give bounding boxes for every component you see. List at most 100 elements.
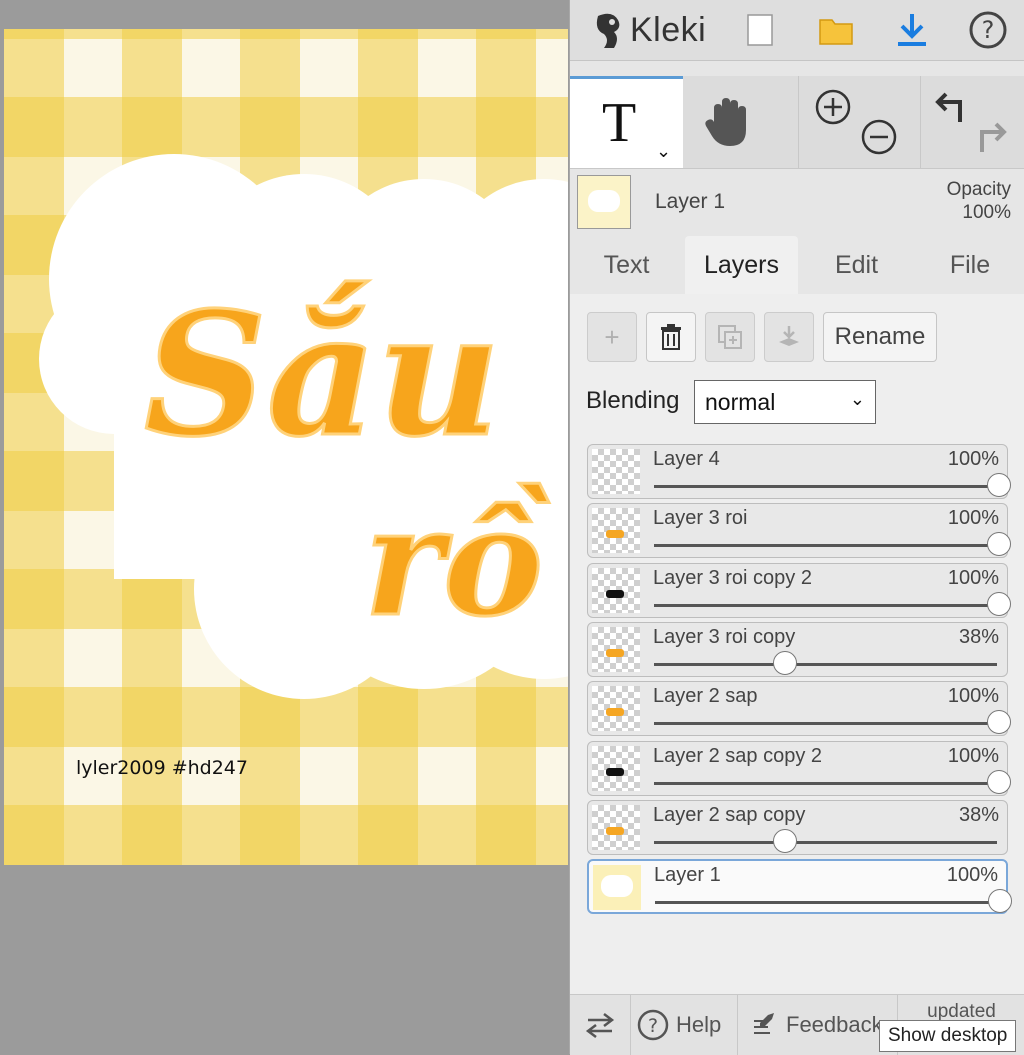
layer-name: Layer 3 roi copy 2 [653, 567, 812, 589]
add-layer-button[interactable]: + [587, 312, 637, 362]
chevron-down-icon: ⌄ [849, 389, 865, 409]
layer-name: Layer 4 [653, 448, 720, 470]
top-toolbar: Kleki ? [570, 0, 1024, 61]
layer-opacity-slider[interactable] [655, 901, 996, 904]
new-image-icon [747, 14, 773, 46]
duplicate-layer-button[interactable] [705, 312, 755, 362]
zoom-in-button[interactable] [814, 88, 852, 131]
help-top-button[interactable]: ? [964, 6, 1012, 54]
layer-opacity-handle[interactable] [987, 592, 1011, 616]
undo-icon [935, 92, 962, 122]
text-tool-button[interactable]: T ⌄ [570, 76, 683, 168]
delete-layer-button[interactable] [646, 312, 696, 362]
current-layer-header: Layer 1 Opacity 100% [570, 170, 1024, 232]
layer-opacity-value: 100% [947, 507, 999, 529]
layer-opacity-slider[interactable] [654, 782, 997, 785]
layer-opacity-handle[interactable] [988, 889, 1012, 913]
zoom-in-icon [815, 89, 851, 125]
redo-icon [980, 122, 1007, 152]
tab-text[interactable]: Text [570, 236, 683, 294]
duplicate-icon [718, 325, 742, 349]
tab-file[interactable]: File [915, 236, 1024, 294]
swap-sides-button[interactable] [570, 995, 631, 1055]
help-circle-icon: ? [637, 1009, 669, 1041]
layer-name: Layer 1 [654, 864, 721, 886]
blending-select[interactable]: normal ⌄ [694, 380, 876, 424]
current-layer-thumbnail [577, 175, 631, 229]
tab-layers[interactable]: Layers [685, 236, 798, 294]
layer-opacity-slider[interactable] [654, 722, 997, 725]
layer-opacity-value: 100% [947, 567, 999, 589]
canvas-area[interactable]: Sắu rồ lyler2009 #hd247 [0, 0, 569, 1054]
layer-row[interactable]: Layer 3 roi copy 2 100% [587, 563, 1011, 618]
layer-opacity-handle[interactable] [773, 829, 797, 853]
layer-opacity-value: 100% [947, 685, 999, 707]
layer-row[interactable]: Layer 3 roi copy 38% [587, 622, 1008, 677]
layer-name: Layer 3 roi [653, 507, 748, 529]
hand-tool-button[interactable] [700, 92, 760, 157]
open-file-button[interactable] [812, 6, 860, 54]
help-label: Help [676, 1012, 722, 1037]
layer-thumbnail [592, 686, 640, 731]
text-tool-icon: T [602, 92, 637, 154]
tool-row: T ⌄ [570, 76, 1024, 169]
help-icon: ? [969, 11, 1007, 49]
layer-row[interactable]: Layer 3 roi 100% [587, 503, 1011, 558]
layer-opacity-handle[interactable] [987, 532, 1011, 556]
kleki-logo-icon [596, 13, 620, 48]
layer-opacity-handle[interactable] [987, 770, 1011, 794]
zoom-out-icon [861, 119, 897, 155]
artwork-canvas[interactable]: Sắu rồ lyler2009 #hd247 [4, 29, 568, 865]
layer-opacity-slider[interactable] [654, 544, 997, 547]
layer-name: Layer 2 sap copy 2 [653, 745, 822, 767]
layer-opacity-handle[interactable] [987, 473, 1011, 497]
layer-row[interactable]: Layer 1 100% [587, 859, 1012, 914]
download-button[interactable] [888, 6, 936, 54]
undo-button[interactable] [930, 88, 970, 133]
swap-arrows-icon [585, 1013, 615, 1038]
current-layer-opacity[interactable]: Opacity 100% [947, 178, 1011, 224]
open-folder-icon [819, 19, 853, 45]
layer-thumbnail [592, 805, 640, 850]
layer-thumbnail [592, 568, 640, 613]
help-button[interactable]: ? Help [630, 995, 738, 1055]
zoom-out-button[interactable] [860, 118, 898, 161]
opacity-value: 100% [962, 202, 1011, 223]
layer-row[interactable]: Layer 2 sap copy 38% [587, 800, 1008, 855]
layer-opacity-handle[interactable] [773, 651, 797, 675]
plus-icon: + [604, 321, 620, 352]
layer-row[interactable]: Layer 2 sap copy 2 100% [587, 741, 1011, 796]
layer-thumbnail [592, 746, 640, 791]
merge-down-icon [779, 326, 799, 346]
layer-opacity-slider[interactable] [654, 841, 997, 844]
app-name: Kleki [630, 10, 707, 49]
kleki-logo[interactable]: Kleki [592, 8, 706, 52]
svg-text:rồ: rồ [364, 474, 549, 650]
tool-divider [798, 76, 799, 168]
layer-opacity-slider[interactable] [654, 485, 997, 488]
layer-opacity-handle[interactable] [987, 710, 1011, 734]
svg-text:?: ? [982, 16, 995, 44]
layer-opacity-slider[interactable] [654, 663, 997, 666]
redo-button[interactable] [972, 118, 1012, 163]
layer-opacity-value: 100% [947, 448, 999, 470]
layer-row[interactable]: Layer 4 100% [587, 444, 1011, 499]
layer-opacity-value: 100% [947, 745, 999, 767]
rename-layer-button[interactable]: Rename [823, 312, 937, 362]
tab-edit[interactable]: Edit [800, 236, 913, 294]
merge-down-button[interactable] [764, 312, 814, 362]
tool-divider [920, 76, 921, 168]
hand-icon [705, 98, 746, 146]
layer-thumbnail [592, 449, 640, 494]
layer-name: Layer 3 roi copy [653, 626, 796, 648]
layer-opacity-slider[interactable] [654, 604, 997, 607]
layers-panel: + Rename Blending normal ⌄ Layer 4 100% La… [570, 294, 1024, 994]
layer-row[interactable]: Layer 2 sap 100% [587, 681, 1011, 736]
feedback-icon [754, 1013, 774, 1034]
layer-thumbnail [592, 627, 640, 672]
chevron-down-icon[interactable]: ⌄ [656, 141, 671, 162]
new-image-button[interactable] [736, 6, 784, 54]
trash-icon [661, 324, 681, 350]
feedback-button[interactable]: Feedback [738, 995, 898, 1055]
layer-opacity-value: 100% [946, 864, 998, 886]
